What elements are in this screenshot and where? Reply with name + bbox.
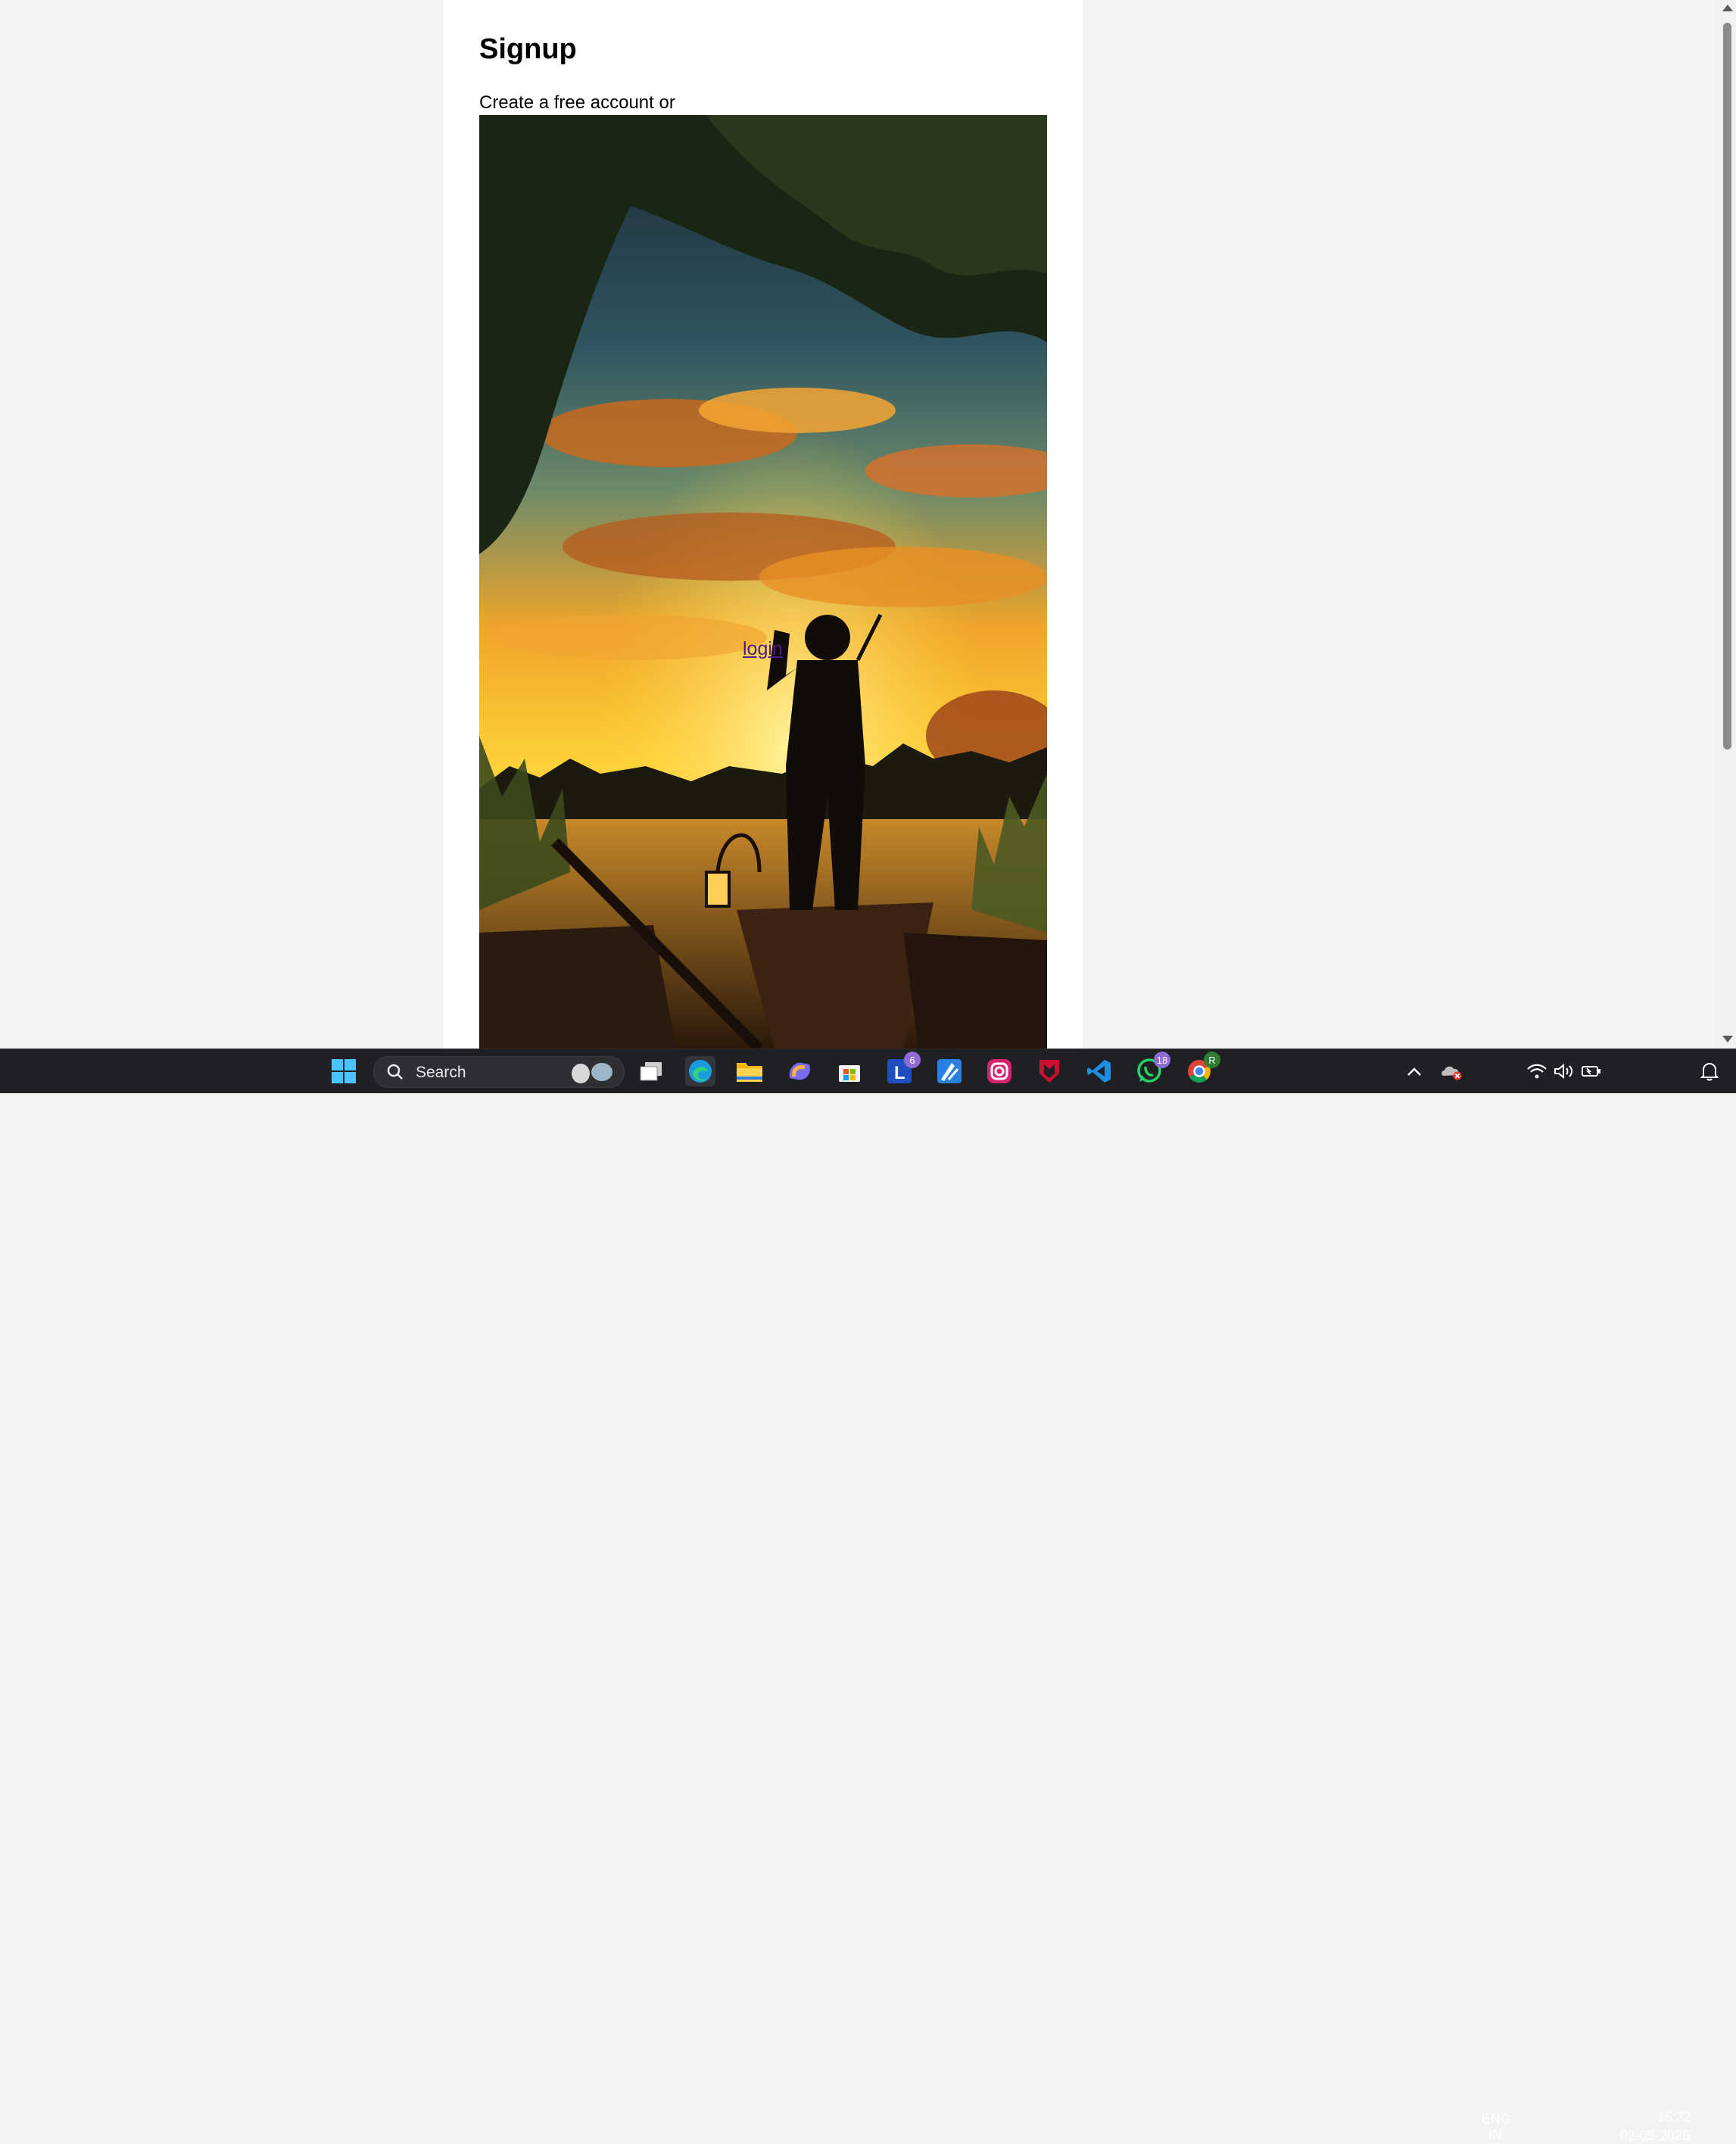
chevron-up-icon[interactable] [1399,1056,1429,1086]
folder-icon[interactable] [734,1056,765,1086]
copilot-icon[interactable] [784,1056,815,1086]
scroll-thumb[interactable] [1723,23,1731,749]
wifi-icon[interactable] [1522,1056,1552,1086]
login-link[interactable]: login [743,638,783,660]
scroll-up-arrow-icon[interactable] [1722,5,1733,11]
instagram-icon[interactable] [984,1056,1014,1086]
clock-date[interactable]: 02-05-2025 [1620,2128,1690,2144]
vscode-icon[interactable] [1084,1056,1114,1086]
notification-bell-icon[interactable] [1694,1056,1725,1086]
signup-illustration [479,115,1047,1049]
windows-taskbar: Search L 6 18 R ENG IN 16:32 02-05-2025 [0,1049,1736,2143]
edge-icon[interactable] [685,1056,715,1086]
intro-text: Create a free account or [479,92,675,113]
profile-badge: R [1204,1052,1220,1068]
search-icon [387,1064,403,1080]
clock-time[interactable]: 16:32 [1657,2109,1691,2125]
windows-start-icon[interactable] [329,1056,359,1086]
vertical-scrollbar[interactable] [1719,0,1736,1049]
store-icon[interactable] [834,1056,865,1086]
whatsapp-icon[interactable]: 18 [1134,1052,1170,1086]
task-view-icon[interactable] [636,1056,666,1086]
svg-text:L: L [894,1063,905,1083]
language-indicator[interactable]: ENG [1482,2111,1511,2127]
taskbar-search-box[interactable]: Search [373,1056,625,1088]
notification-badge: 6 [904,1052,921,1068]
onedrive-error-icon[interactable] [1437,1056,1467,1086]
l-app-icon[interactable]: L 6 [884,1052,921,1086]
scroll-down-arrow-icon[interactable] [1722,1036,1733,1042]
volume-icon[interactable] [1549,1056,1579,1086]
search-placeholder: Search [416,1064,466,1081]
search-highlight-icon [572,1063,612,1083]
notification-badge: 18 [1154,1052,1170,1068]
language-region[interactable]: IN [1488,2127,1502,2143]
shield-app-icon[interactable] [1034,1056,1064,1086]
draw-app-icon[interactable] [934,1056,965,1086]
battery-icon[interactable] [1576,1056,1607,1086]
page-column: Signup Create a free account or [443,0,1083,1049]
chrome-icon[interactable]: R [1184,1052,1220,1086]
page-title: Signup [479,33,577,65]
